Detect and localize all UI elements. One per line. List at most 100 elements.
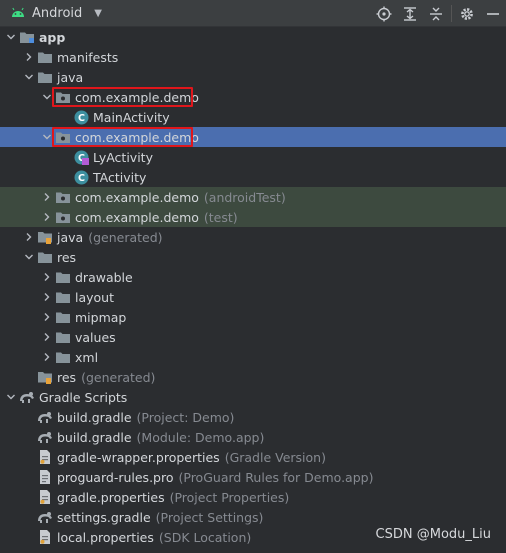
tree-row[interactable]: com.example.demo (androidTest) bbox=[0, 187, 506, 207]
chevron-right-icon[interactable] bbox=[42, 272, 52, 282]
chevron-down-icon: ▼ bbox=[94, 8, 102, 19]
watermark: CSDN @Modu_Liu bbox=[375, 527, 491, 542]
tree-row[interactable]: manifests bbox=[0, 47, 506, 67]
tree-row-text: MainActivity bbox=[93, 109, 170, 125]
folder-icon bbox=[55, 289, 71, 305]
tree-row[interactable]: C TActivity bbox=[0, 167, 506, 187]
tree-row-text: values bbox=[75, 329, 116, 345]
folder-icon bbox=[37, 49, 53, 65]
class-icon: C bbox=[73, 169, 89, 185]
tree-row-label: java (generated) bbox=[57, 230, 163, 245]
class-icon: C bbox=[73, 109, 89, 125]
tree-row-text: com.example.demo bbox=[75, 189, 199, 205]
tree-row-text: java bbox=[57, 69, 84, 85]
chevron-right-icon[interactable] bbox=[42, 212, 52, 222]
chevron-down-icon[interactable] bbox=[24, 252, 34, 262]
tree-row-label: values bbox=[75, 330, 116, 345]
tree-row[interactable]: C LyActivity bbox=[0, 147, 506, 167]
tree-row-hint: (generated) bbox=[88, 229, 163, 245]
chevron-right-icon[interactable] bbox=[42, 352, 52, 362]
tree-row[interactable]: values bbox=[0, 327, 506, 347]
tree-row-label: res (generated) bbox=[57, 370, 155, 385]
package-icon bbox=[55, 209, 71, 225]
view-title: Android bbox=[32, 6, 83, 21]
tree-row-text: local.properties bbox=[57, 529, 154, 545]
generated-folder-icon bbox=[37, 229, 53, 245]
tree-row-text: res bbox=[57, 249, 77, 265]
tree-row[interactable]: res bbox=[0, 247, 506, 267]
expand-all-icon[interactable] bbox=[397, 0, 423, 27]
tree-row-hint: (Module: Demo.app) bbox=[136, 429, 265, 445]
tree-row-label: gradle-wrapper.properties (Gradle Version… bbox=[57, 450, 326, 465]
properties-file-icon bbox=[37, 529, 53, 545]
toolbar-separator bbox=[451, 5, 452, 22]
tree-row[interactable]: com.example.demo bbox=[0, 127, 506, 147]
chevron-right-icon[interactable] bbox=[24, 52, 34, 62]
tree-row-label: build.gradle (Project: Demo) bbox=[57, 410, 234, 425]
red-highlight-box bbox=[52, 127, 193, 147]
tree-row-text: manifests bbox=[57, 49, 119, 65]
tree-row-hint: (test) bbox=[203, 209, 238, 225]
properties-file-icon bbox=[37, 489, 53, 505]
android-icon bbox=[10, 5, 26, 22]
chevron-down-icon[interactable] bbox=[24, 72, 34, 82]
chevron-right-icon[interactable] bbox=[42, 312, 52, 322]
tree-row[interactable]: mipmap bbox=[0, 307, 506, 327]
chevron-down-icon[interactable] bbox=[42, 92, 52, 102]
folder-icon bbox=[55, 329, 71, 345]
tree-row[interactable]: com.example.demo (test) bbox=[0, 207, 506, 227]
tree-row-text: res bbox=[57, 369, 77, 385]
tree-row-hint: (ProGuard Rules for Demo.app) bbox=[178, 469, 374, 485]
tree-row-text: layout bbox=[75, 289, 115, 305]
hide-icon[interactable] bbox=[480, 0, 506, 27]
tree-row-text: build.gradle bbox=[57, 429, 132, 445]
chevron-right-icon[interactable] bbox=[24, 232, 34, 242]
class-modified-icon: C bbox=[73, 149, 89, 165]
tree-row-text: xml bbox=[75, 349, 99, 365]
tree-row[interactable]: xml bbox=[0, 347, 506, 367]
gradle-icon bbox=[37, 509, 53, 525]
tree-row[interactable]: C MainActivity bbox=[0, 107, 506, 127]
tree-row[interactable]: gradle-wrapper.properties (Gradle Version… bbox=[0, 447, 506, 467]
tree-row[interactable]: layout bbox=[0, 287, 506, 307]
collapse-all-icon[interactable] bbox=[423, 0, 449, 27]
tree-row-text: gradle.properties bbox=[57, 489, 165, 505]
tree-row-text: mipmap bbox=[75, 309, 127, 325]
chevron-right-icon[interactable] bbox=[42, 192, 52, 202]
tree-row[interactable]: build.gradle (Project: Demo) bbox=[0, 407, 506, 427]
chevron-down-icon[interactable] bbox=[42, 132, 52, 142]
gradle-icon bbox=[37, 409, 53, 425]
tree-row[interactable]: drawable bbox=[0, 267, 506, 287]
tree-row-label: Gradle Scripts bbox=[39, 390, 127, 405]
text-file-icon bbox=[37, 469, 53, 485]
tree-row[interactable]: gradle.properties (Project Properties) bbox=[0, 487, 506, 507]
gradle-icon bbox=[19, 389, 35, 405]
properties-file-icon bbox=[37, 449, 53, 465]
chevron-down-icon[interactable] bbox=[6, 32, 16, 42]
tree-row[interactable]: java (generated) bbox=[0, 227, 506, 247]
tree-row-label: layout bbox=[75, 290, 114, 305]
tree-row[interactable]: Gradle Scripts bbox=[0, 387, 506, 407]
tree-row-text: settings.gradle bbox=[57, 509, 151, 525]
settings-icon[interactable] bbox=[454, 0, 480, 27]
tree-row-label: app bbox=[39, 30, 65, 45]
chevron-down-icon[interactable] bbox=[6, 392, 16, 402]
tree-row-hint: (generated) bbox=[81, 369, 156, 385]
tree-row-hint: (Project Settings) bbox=[155, 509, 264, 525]
tree-row-text: build.gradle bbox=[57, 409, 132, 425]
tree-row[interactable]: java bbox=[0, 67, 506, 87]
chevron-right-icon[interactable] bbox=[42, 332, 52, 342]
folder-icon bbox=[37, 69, 53, 85]
tree-row[interactable]: settings.gradle (Project Settings) bbox=[0, 507, 506, 527]
tree-row[interactable]: res (generated) bbox=[0, 367, 506, 387]
tree-row[interactable]: app bbox=[0, 27, 506, 47]
tree-row[interactable]: build.gradle (Module: Demo.app) bbox=[0, 427, 506, 447]
tree-row-label: drawable bbox=[75, 270, 133, 285]
chevron-right-icon[interactable] bbox=[42, 292, 52, 302]
tree-row-hint: (Project: Demo) bbox=[136, 409, 235, 425]
locate-icon[interactable] bbox=[371, 0, 397, 27]
tree-row-label: res bbox=[57, 250, 76, 265]
tree-row[interactable]: proguard-rules.pro (ProGuard Rules for De… bbox=[0, 467, 506, 487]
tree-row[interactable]: com.example.demo bbox=[0, 87, 506, 107]
view-selector[interactable]: Android ▼ bbox=[10, 4, 102, 23]
